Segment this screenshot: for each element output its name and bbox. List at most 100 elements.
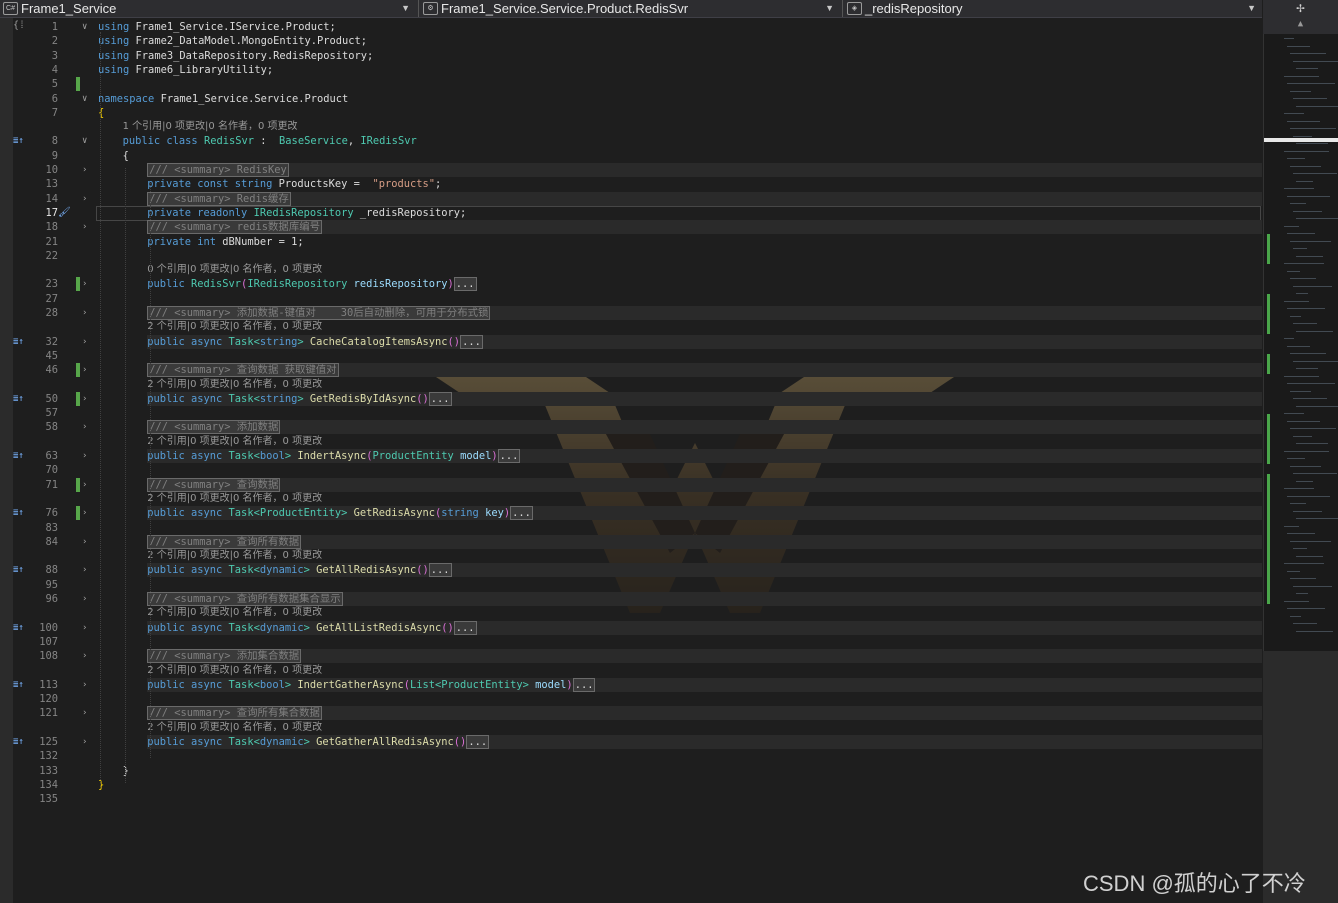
code-text[interactable]: public async Task<string> CacheCatalogIt…: [147, 334, 483, 349]
code-line[interactable]: 45: [0, 349, 1262, 363]
code-line[interactable]: 71 › /// <summary> 查询数据: [0, 477, 1262, 492]
code-text[interactable]: public async Task<bool> IndertAsync(Prod…: [147, 449, 521, 463]
expand-chevron-icon[interactable]: ›: [82, 535, 87, 549]
codelens-line[interactable]: 2 个引用|0 项更改|0 名作者，0 项更改: [0, 721, 1262, 735]
expand-chevron-icon[interactable]: ›: [82, 220, 87, 234]
code-text[interactable]: /// <summary> RedisKey: [147, 163, 289, 177]
code-text[interactable]: private const string ProductsKey = "prod…: [147, 177, 441, 191]
codelens-info[interactable]: 1 个引用|0 项更改|0 名作者，0 项更改: [123, 120, 298, 134]
codelens-info[interactable]: 2 个引用|0 项更改|0 名作者，0 项更改: [147, 320, 322, 334]
code-text[interactable]: namespace Frame1_Service.Service.Product: [98, 92, 348, 106]
expand-chevron-icon[interactable]: ›: [82, 335, 87, 349]
type-dropdown[interactable]: ⚙ Frame1_Service.Service.Product.RedisSv…: [420, 0, 840, 17]
code-line[interactable]: 6 ∨ namespace Frame1_Service.Service.Produ…: [0, 92, 1262, 106]
code-text[interactable]: public async Task<dynamic> GetAllRedisAs…: [147, 563, 452, 578]
code-text[interactable]: public async Task<ProductEntity> GetRedi…: [147, 506, 533, 521]
codelens-info[interactable]: 2 个引用|0 项更改|0 名作者，0 项更改: [147, 606, 322, 620]
code-line[interactable]: 134}: [0, 778, 1262, 792]
codelens-line[interactable]: 2 个引用|0 项更改|0 名作者，0 项更改: [0, 549, 1262, 563]
expand-chevron-icon[interactable]: ›: [82, 592, 87, 606]
code-line[interactable]: 4 using Frame6_LibraryUtility;: [0, 63, 1262, 77]
code-text[interactable]: }: [98, 778, 104, 792]
code-line[interactable]: 3 using Frame3_DataRepository.RedisReposi…: [0, 49, 1262, 63]
code-minimap[interactable]: [1263, 34, 1338, 651]
code-line[interactable]: 108 › /// <summary> 添加集合数据: [0, 649, 1262, 664]
code-line[interactable]: 120: [0, 692, 1262, 706]
expand-chevron-icon[interactable]: ›: [82, 363, 87, 377]
code-line[interactable]: ≣↑ 125 › public async Task<dynamic> GetGath…: [0, 735, 1262, 749]
code-text[interactable]: /// <summary> 添加数据: [147, 420, 281, 435]
codelens-line[interactable]: 2 个引用|0 项更改|0 名作者，0 项更改: [0, 664, 1262, 678]
code-line[interactable]: 58 › /// <summary> 添加数据: [0, 420, 1262, 435]
codelens-info[interactable]: 2 个引用|0 项更改|0 名作者，0 项更改: [147, 721, 322, 735]
code-text[interactable]: /// <summary> 添加数据-键值对 30后自动删除，可用于分布式锁: [147, 306, 491, 320]
code-line[interactable]: ≣↑ 100 › public async Task<dynamic> GetAllL…: [0, 620, 1262, 635]
code-text[interactable]: public async Task<string> GetRedisByIdAs…: [147, 391, 452, 406]
codelens-info[interactable]: 2 个引用|0 项更改|0 名作者，0 项更改: [147, 549, 322, 563]
expand-chevron-icon[interactable]: ›: [82, 163, 87, 177]
code-text[interactable]: public RedisSvr(IRedisRepository redisRe…: [147, 277, 477, 292]
code-line[interactable]: 46 › /// <summary> 查询数据 获取键值对: [0, 363, 1262, 378]
code-line[interactable]: 13 private const string ProductsKey = "pr…: [0, 177, 1262, 191]
code-text[interactable]: /// <summary> Redis缓存: [147, 191, 291, 206]
code-line[interactable]: 70: [0, 463, 1262, 477]
code-line[interactable]: 10 › /// <summary> RedisKey: [0, 163, 1262, 177]
code-line[interactable]: 96 › /// <summary> 查询所有数据集合显示: [0, 592, 1262, 606]
code-text[interactable]: /// <summary> 查询所有数据: [147, 534, 302, 549]
codelens-line[interactable]: 2 个引用|0 项更改|0 名作者，0 项更改: [0, 320, 1262, 334]
code-line[interactable]: 107: [0, 635, 1262, 649]
code-line[interactable]: ≣↑ 50 › public async Task<string> GetRedisB…: [0, 391, 1262, 406]
code-line[interactable]: ≣↑ 8 ∨ public class RedisSvr : BaseService,…: [0, 134, 1262, 148]
quick-action-icon[interactable]: 🖌: [58, 206, 71, 220]
expand-chevron-icon[interactable]: ›: [82, 678, 87, 692]
codelens-line[interactable]: 0 个引用|0 项更改|0 名作者，0 项更改: [0, 263, 1262, 277]
code-line[interactable]: 95: [0, 578, 1262, 592]
expand-chevron-icon[interactable]: ›: [82, 306, 87, 320]
code-text[interactable]: public class RedisSvr : BaseService, IRe…: [123, 134, 417, 148]
expand-chevron-icon[interactable]: ›: [82, 563, 87, 577]
code-text[interactable]: {: [98, 106, 104, 120]
expand-chevron-icon[interactable]: ›: [82, 706, 87, 720]
codelens-info[interactable]: 2 个引用|0 项更改|0 名作者，0 项更改: [147, 435, 322, 449]
collapse-chevron-icon[interactable]: ∨: [82, 92, 87, 106]
code-text[interactable]: using Frame6_LibraryUtility;: [98, 63, 273, 77]
code-text[interactable]: {: [123, 149, 129, 163]
expand-chevron-icon[interactable]: ›: [82, 277, 87, 291]
member-dropdown[interactable]: ◈ _redisRepository ▼: [844, 0, 1262, 17]
code-line[interactable]: 14 › /// <summary> Redis缓存: [0, 191, 1262, 206]
codelens-info[interactable]: 2 个引用|0 项更改|0 名作者，0 项更改: [147, 664, 322, 678]
code-line[interactable]: 135: [0, 792, 1262, 806]
expand-chevron-icon[interactable]: ›: [82, 392, 87, 406]
scroll-up-arrow-icon[interactable]: ▲: [1263, 17, 1338, 31]
expand-chevron-icon[interactable]: ›: [82, 506, 87, 520]
codelens-line[interactable]: 2 个引用|0 项更改|0 名作者，0 项更改: [0, 435, 1262, 449]
code-line[interactable]: 132: [0, 749, 1262, 763]
expand-chevron-icon[interactable]: ›: [82, 420, 87, 434]
code-line[interactable]: 23 › public RedisSvr(IRedisRepository redi…: [0, 277, 1262, 292]
code-line[interactable]: 🖌 17 private readonly IRedisRepository _re…: [0, 205, 1262, 221]
code-line[interactable]: 22: [0, 249, 1262, 263]
codelens-info[interactable]: 0 个引用|0 项更改|0 名作者，0 项更改: [147, 263, 322, 277]
code-line[interactable]: ≣↑ 113 › public async Task<bool> IndertGath…: [0, 677, 1262, 692]
code-line[interactable]: 5: [0, 77, 1262, 92]
code-text[interactable]: /// <summary> 查询数据: [147, 477, 281, 492]
code-line[interactable]: 57: [0, 406, 1262, 420]
collapse-chevron-icon[interactable]: ∨: [82, 134, 87, 148]
expand-chevron-icon[interactable]: ›: [82, 735, 87, 749]
expand-chevron-icon[interactable]: ›: [82, 478, 87, 492]
expand-chevron-icon[interactable]: ›: [82, 449, 87, 463]
code-line[interactable]: 9{: [0, 149, 1262, 163]
codelens-line[interactable]: 2 个引用|0 项更改|0 名作者，0 项更改: [0, 378, 1262, 392]
codelens-info[interactable]: 2 个引用|0 项更改|0 名作者，0 项更改: [147, 378, 322, 392]
code-line[interactable]: 21 private int dBNumber = 1;: [0, 235, 1262, 249]
code-editor[interactable]: {⁞ 1 ∨ using Frame1_Service.IService.Produ…: [0, 18, 1262, 903]
code-line[interactable]: 83: [0, 521, 1262, 535]
expand-chevron-icon[interactable]: ›: [82, 621, 87, 635]
minimap-viewport[interactable]: [1264, 138, 1338, 142]
split-window-icon[interactable]: ✢: [1263, 0, 1338, 17]
expand-chevron-icon[interactable]: ›: [82, 649, 87, 663]
code-text[interactable]: /// <summary> 查询数据 获取键值对: [147, 363, 339, 378]
code-line[interactable]: 18 › /// <summary> redis数据库编号: [0, 220, 1262, 235]
code-text[interactable]: /// <summary> 查询所有集合数据: [147, 706, 322, 721]
code-line[interactable]: 133}: [0, 764, 1262, 778]
